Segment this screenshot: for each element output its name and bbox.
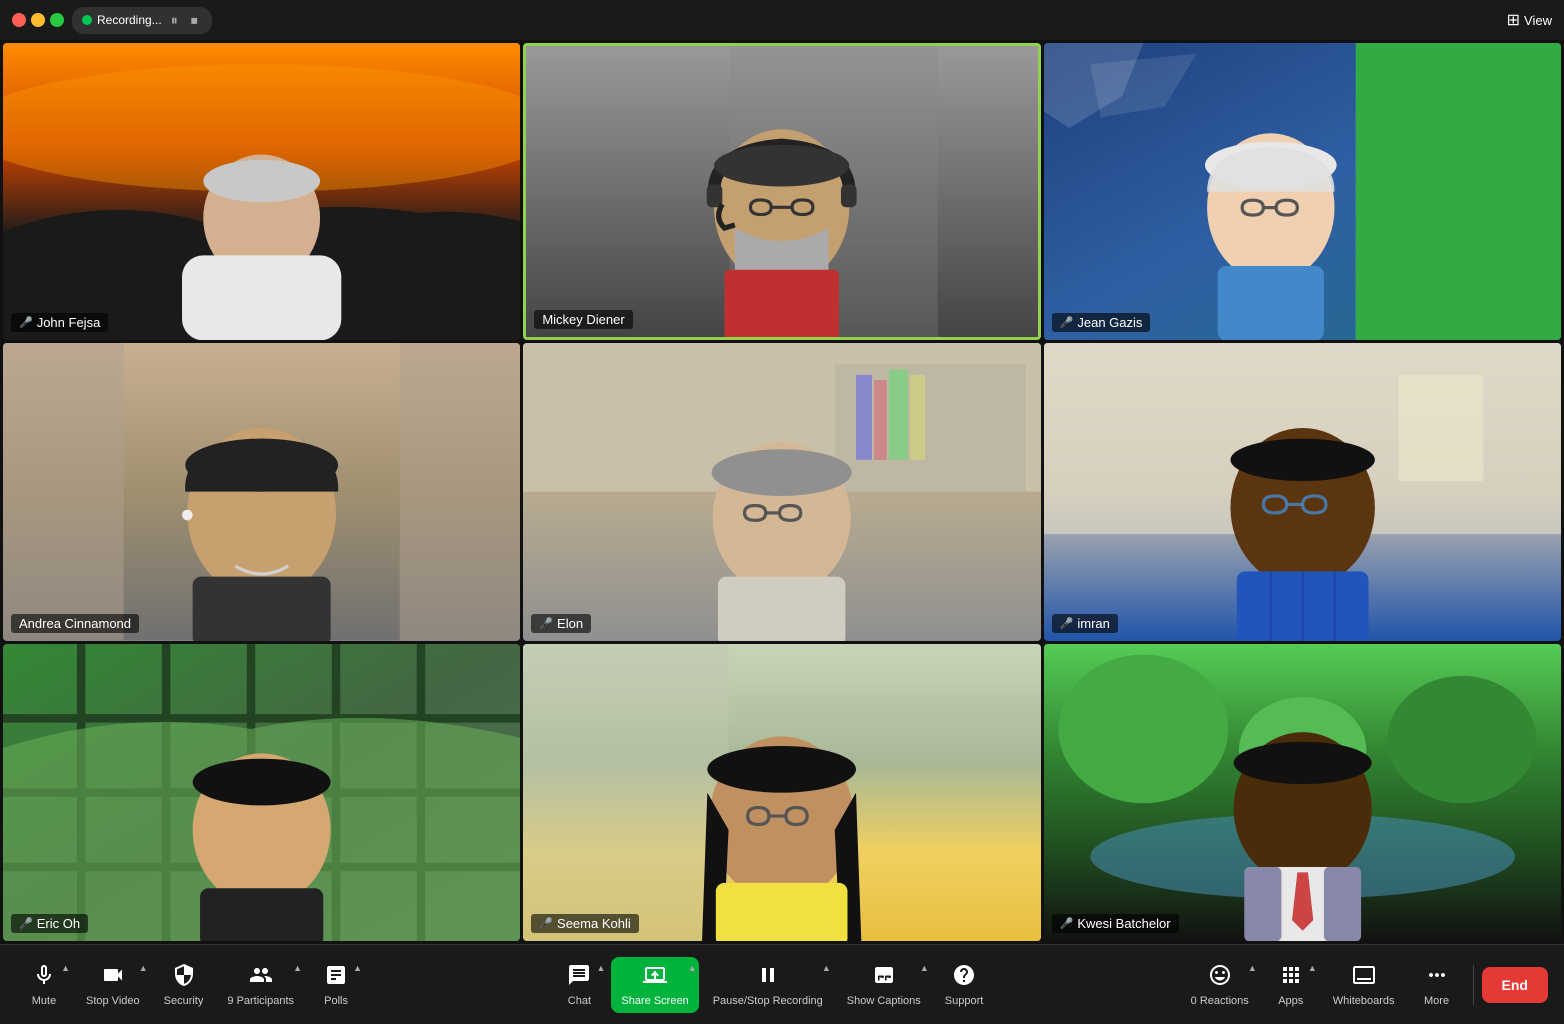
pause-recording-label: Pause/Stop Recording [713, 995, 823, 1007]
name-label-eric: 🎤 Eric Oh [11, 914, 88, 933]
reactions-icon [1208, 963, 1232, 991]
name-label-andrea: Andrea Cinnamond [11, 614, 139, 633]
top-bar: Recording... ⏸ ⏹ ⊞ View [0, 0, 1564, 40]
muted-icon-imran: 🎤 [1060, 617, 1074, 630]
minimize-button[interactable] [31, 13, 45, 27]
chat-label: Chat [568, 995, 591, 1007]
video-cell-imran: 🎤 imran [1044, 343, 1561, 640]
recording-pause-button[interactable]: ⏸ [167, 10, 182, 31]
polls-icon [324, 963, 348, 991]
toolbar-right: ▲ 0 Reactions ▲ Apps [1181, 957, 1548, 1013]
support-label: Support [945, 995, 984, 1007]
name-label-seema: 🎤 Seema Kohli [531, 914, 638, 933]
pause-recording-icon [756, 963, 780, 991]
video-cell-kwesi-batchelor: 🎤 Kwesi Batchelor [1044, 644, 1561, 941]
view-button[interactable]: ⊞ View [1507, 10, 1552, 30]
participants-button[interactable]: ▲ 9 Participants [217, 957, 304, 1013]
captions-icon [872, 963, 896, 991]
toolbar: ▲ Mute ▲ Stop Video [0, 944, 1564, 1024]
mute-button[interactable]: ▲ Mute [16, 957, 72, 1013]
maximize-button[interactable] [50, 13, 64, 27]
polls-label: Polls [324, 995, 348, 1007]
end-button[interactable]: End [1482, 967, 1548, 1003]
muted-icon-seema: 🎤 [539, 917, 553, 930]
toolbar-divider [1473, 965, 1474, 1005]
apps-button[interactable]: ▲ Apps [1263, 957, 1319, 1013]
chat-button[interactable]: ▲ Chat [551, 957, 607, 1013]
toolbar-center: ▲ Chat ▲ Share Screen ▲ [551, 957, 993, 1013]
whiteboards-button[interactable]: Whiteboards [1323, 957, 1405, 1013]
chat-icon [567, 963, 591, 991]
view-label: View [1524, 13, 1552, 28]
video-cell-seema-kohli: 🎤 Seema Kohli [523, 644, 1040, 941]
recording-label: Recording... [97, 13, 162, 27]
muted-icon-jean: 🎤 [1060, 316, 1074, 329]
reactions-button[interactable]: ▲ 0 Reactions [1181, 957, 1259, 1013]
more-icon [1425, 963, 1449, 991]
video-cell-eric-oh: 🎤 Eric Oh [3, 644, 520, 941]
recording-dot [82, 15, 92, 25]
video-cell-andrea-cinnamond: Andrea Cinnamond [3, 343, 520, 640]
pause-recording-button[interactable]: ▲ Pause/Stop Recording [703, 957, 833, 1013]
recording-badge: Recording... ⏸ ⏹ [72, 7, 212, 34]
stop-video-label: Stop Video [86, 995, 140, 1007]
traffic-lights [12, 13, 64, 27]
video-cell-mickey-diener: Mickey Diener [523, 43, 1040, 340]
whiteboards-icon [1352, 963, 1376, 991]
share-screen-icon [643, 963, 667, 991]
stop-video-button[interactable]: ▲ Stop Video [76, 957, 150, 1013]
whiteboards-label: Whiteboards [1333, 995, 1395, 1007]
share-screen-label: Share Screen [621, 995, 688, 1007]
polls-button[interactable]: ▲ Polls [308, 957, 364, 1013]
security-button[interactable]: Security [154, 957, 214, 1013]
security-label: Security [164, 995, 204, 1007]
more-button[interactable]: More [1409, 957, 1465, 1013]
apps-icon [1279, 963, 1303, 991]
support-button[interactable]: Support [935, 957, 994, 1013]
support-icon [952, 963, 976, 991]
video-cell-john-fejsa: 🎤 John Fejsa [3, 43, 520, 340]
video-grid: 🎤 John Fejsa [0, 40, 1564, 944]
mute-label: Mute [32, 995, 56, 1007]
name-label-john: 🎤 John Fejsa [11, 313, 108, 332]
recording-stop-button[interactable]: ⏹ [187, 10, 202, 31]
name-label-elon: 🎤 Elon [531, 614, 591, 633]
muted-icon-elon: 🎤 [539, 617, 553, 630]
security-icon [172, 963, 196, 991]
top-bar-left: Recording... ⏸ ⏹ [12, 7, 212, 34]
reactions-label: 0 Reactions [1191, 995, 1249, 1007]
video-icon [101, 963, 125, 991]
name-label-kwesi: 🎤 Kwesi Batchelor [1052, 914, 1179, 933]
more-label: More [1424, 995, 1449, 1007]
apps-label: Apps [1278, 995, 1303, 1007]
participants-label: 9 Participants [227, 995, 294, 1007]
close-button[interactable] [12, 13, 26, 27]
video-cell-elon: 🎤 Elon [523, 343, 1040, 640]
mute-icon [32, 963, 56, 991]
grid-icon: ⊞ [1507, 10, 1520, 30]
toolbar-left: ▲ Mute ▲ Stop Video [16, 957, 364, 1013]
video-cell-jean-gazis: 🎤 Jean Gazis [1044, 43, 1561, 340]
muted-icon-eric: 🎤 [19, 917, 33, 930]
name-label-mickey: Mickey Diener [534, 310, 632, 329]
participants-icon [249, 963, 273, 991]
show-captions-label: Show Captions [847, 995, 921, 1007]
muted-icon-john: 🎤 [19, 316, 33, 329]
muted-icon-kwesi: 🎤 [1060, 917, 1074, 930]
share-screen-button[interactable]: ▲ Share Screen [611, 957, 698, 1013]
name-label-imran: 🎤 imran [1052, 614, 1118, 633]
show-captions-button[interactable]: ▲ Show Captions [837, 957, 931, 1013]
name-label-jean: 🎤 Jean Gazis [1052, 313, 1151, 332]
